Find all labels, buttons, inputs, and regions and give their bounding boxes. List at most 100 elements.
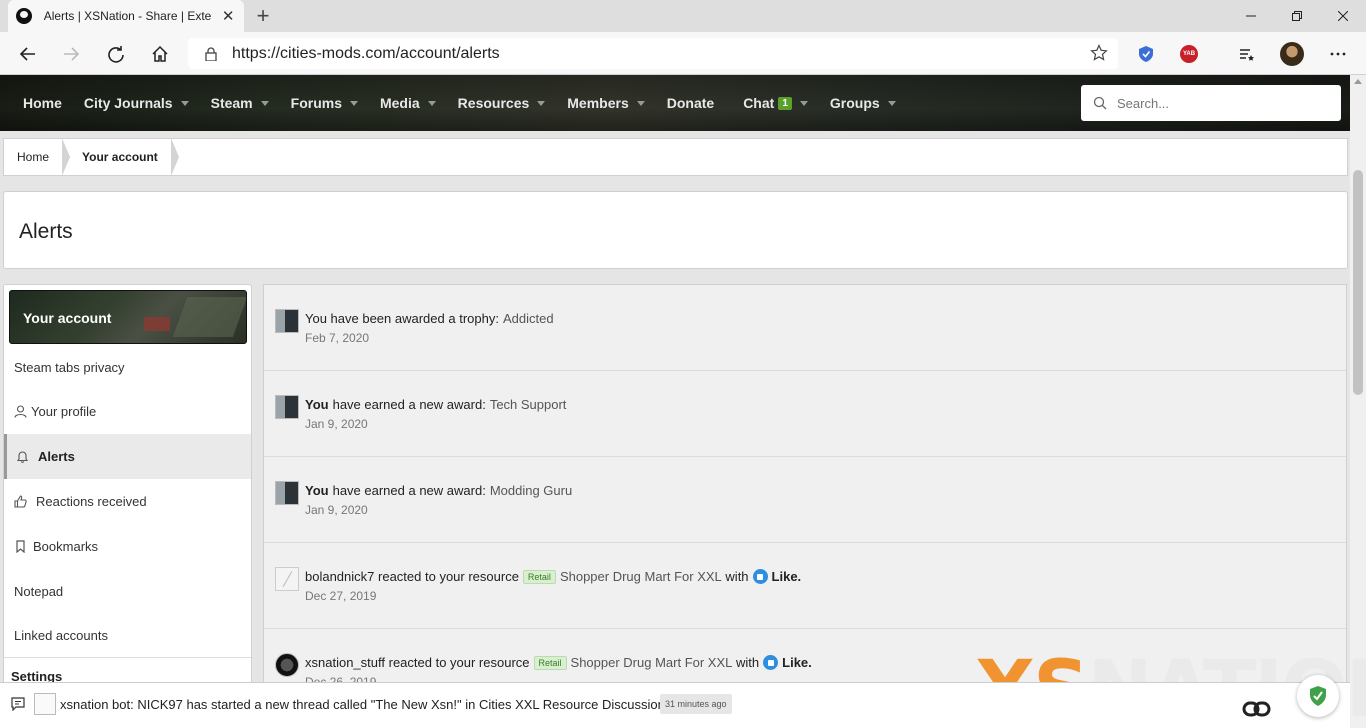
extension-shield-button[interactable] bbox=[1134, 42, 1158, 66]
back-button[interactable] bbox=[14, 40, 42, 68]
back-arrow-icon bbox=[19, 47, 35, 61]
alert-date[interactable]: Feb 7, 2020 bbox=[305, 331, 369, 345]
breadcrumb-your-account[interactable]: Your account bbox=[62, 138, 179, 176]
chevron-down-icon[interactable] bbox=[427, 100, 436, 106]
home-button[interactable] bbox=[146, 40, 174, 68]
alert-link[interactable]: Shopper Drug Mart For XXL bbox=[571, 655, 733, 670]
chevron-down-icon[interactable] bbox=[349, 100, 358, 106]
restore-icon bbox=[1292, 11, 1302, 21]
browser-toolbar: https://cities-mods.com/account/alerts Y… bbox=[0, 32, 1366, 75]
lock-icon bbox=[205, 46, 217, 61]
chat-count-badge: 1 bbox=[778, 96, 792, 110]
forward-button[interactable] bbox=[57, 40, 85, 68]
alert-date[interactable]: Jan 9, 2020 bbox=[305, 417, 368, 431]
alert-date[interactable]: Dec 27, 2019 bbox=[305, 589, 376, 603]
nav-donate-label: Donate bbox=[666, 95, 715, 111]
security-shield-button[interactable] bbox=[1297, 675, 1339, 717]
address-bar[interactable]: https://cities-mods.com/account/alerts bbox=[188, 38, 1118, 69]
page-header: Alerts bbox=[3, 191, 1348, 269]
scroll-up-icon[interactable] bbox=[1354, 79, 1362, 84]
search-box[interactable] bbox=[1081, 85, 1341, 121]
avatar[interactable] bbox=[275, 481, 299, 505]
chevron-down-icon[interactable] bbox=[887, 100, 896, 106]
sidebar-divider bbox=[4, 657, 251, 658]
avatar[interactable] bbox=[275, 309, 299, 333]
restore-button[interactable] bbox=[1274, 0, 1320, 32]
nav-forums-label: Forums bbox=[290, 95, 342, 111]
sidebar-item-steam-tabs-privacy[interactable]: Steam tabs privacy bbox=[4, 345, 251, 390]
alert-with: with bbox=[725, 569, 749, 584]
alert-message: reacted to your resource bbox=[378, 569, 519, 584]
alert-link[interactable]: Modding Guru bbox=[490, 483, 572, 498]
nav-forums[interactable]: Forums bbox=[280, 75, 369, 131]
avatar[interactable] bbox=[275, 653, 299, 677]
extension-yab-button[interactable]: YAB bbox=[1177, 42, 1201, 66]
alert-date[interactable]: Jan 9, 2020 bbox=[305, 503, 368, 517]
breadcrumb-home[interactable]: Home bbox=[4, 138, 71, 176]
browser-tab[interactable]: Alerts | XSNation - Share | Extend ✕ bbox=[8, 0, 244, 32]
nav-groups[interactable]: Groups bbox=[819, 75, 907, 131]
forward-arrow-icon bbox=[64, 47, 80, 61]
chevron-down-icon[interactable] bbox=[799, 100, 808, 106]
nav-city-journals[interactable]: City Journals bbox=[73, 75, 200, 131]
chevron-down-icon[interactable] bbox=[180, 100, 189, 106]
chevron-down-icon[interactable] bbox=[636, 100, 645, 106]
close-icon bbox=[1338, 11, 1348, 21]
chat-bubble-icon[interactable] bbox=[11, 697, 25, 711]
sidebar-item-your-profile[interactable]: Your profile bbox=[4, 389, 251, 434]
alert-text: You have earned a new award: Tech Suppor… bbox=[305, 397, 566, 412]
header-background-image bbox=[144, 317, 170, 331]
nav-steam[interactable]: Steam bbox=[200, 75, 280, 131]
chat-message[interactable]: xsnation bot: NICK97 has started a new t… bbox=[60, 697, 675, 712]
alert-link[interactable]: Tech Support bbox=[490, 397, 567, 412]
sidebar-item-reactions-received[interactable]: Reactions received bbox=[4, 479, 251, 524]
sidebar-item-label: Your profile bbox=[31, 404, 97, 419]
bell-icon bbox=[16, 451, 29, 463]
site-favicon-icon bbox=[16, 8, 32, 24]
alert-user[interactable]: xsnation_stuff bbox=[305, 655, 385, 670]
alert-text: You have been awarded a trophy: Addicted bbox=[305, 311, 554, 326]
alert-link[interactable]: Addicted bbox=[503, 311, 554, 326]
alert-message: have earned a new award: bbox=[332, 483, 486, 498]
minimize-button[interactable] bbox=[1228, 0, 1274, 32]
collections-button[interactable] bbox=[1234, 42, 1258, 66]
search-input[interactable] bbox=[1117, 95, 1327, 111]
sidebar-item-alerts[interactable]: Alerts bbox=[4, 434, 251, 479]
minimize-icon bbox=[1246, 15, 1256, 17]
nav-members[interactable]: Members bbox=[556, 75, 655, 131]
sidebar-item-notepad[interactable]: Notepad bbox=[4, 569, 251, 614]
scrollbar-thumb[interactable] bbox=[1353, 170, 1363, 395]
alert-user[interactable]: bolandnick7 bbox=[305, 569, 374, 584]
tab-close-icon[interactable]: ✕ bbox=[220, 7, 236, 25]
sidebar-item-label: Reactions received bbox=[36, 494, 147, 509]
chevron-down-icon[interactable] bbox=[260, 100, 269, 106]
settings-more-button[interactable] bbox=[1326, 42, 1350, 66]
nav-media[interactable]: Media bbox=[369, 75, 447, 131]
alert-link[interactable]: Shopper Drug Mart For XXL bbox=[560, 569, 722, 584]
nav-resources[interactable]: Resources bbox=[447, 75, 557, 131]
reload-icon bbox=[108, 46, 124, 63]
reload-button[interactable] bbox=[102, 40, 130, 68]
search-icon bbox=[1093, 96, 1107, 110]
sidebar-item-label: Linked accounts bbox=[14, 628, 108, 643]
nav-home[interactable]: Home bbox=[12, 75, 73, 131]
profile-button[interactable] bbox=[1280, 42, 1304, 66]
page-title: Alerts bbox=[19, 220, 73, 243]
close-window-button[interactable] bbox=[1320, 0, 1366, 32]
favorite-star-icon[interactable] bbox=[1090, 44, 1108, 62]
main-nav: Home City Journals Steam Forums Media Re… bbox=[12, 75, 907, 131]
sidebar-item-label: Steam tabs privacy bbox=[14, 360, 125, 375]
sidebar-item-bookmarks[interactable]: Bookmarks bbox=[4, 524, 251, 569]
sidebar-item-linked-accounts[interactable]: Linked accounts bbox=[4, 613, 251, 658]
nav-donate[interactable]: Donate bbox=[656, 75, 725, 131]
new-tab-button[interactable]: + bbox=[252, 3, 274, 29]
page-scrollbar[interactable] bbox=[1350, 75, 1366, 728]
chevron-down-icon[interactable] bbox=[537, 100, 546, 106]
nav-chat-label: Chat bbox=[743, 95, 775, 111]
avatar[interactable] bbox=[275, 395, 299, 419]
avatar[interactable] bbox=[275, 567, 299, 591]
sidebar-item-label: Bookmarks bbox=[33, 539, 99, 554]
shield-extension-icon bbox=[1139, 46, 1153, 62]
collections-icon bbox=[1240, 49, 1254, 61]
nav-chat[interactable]: Chat 1 bbox=[725, 75, 819, 131]
